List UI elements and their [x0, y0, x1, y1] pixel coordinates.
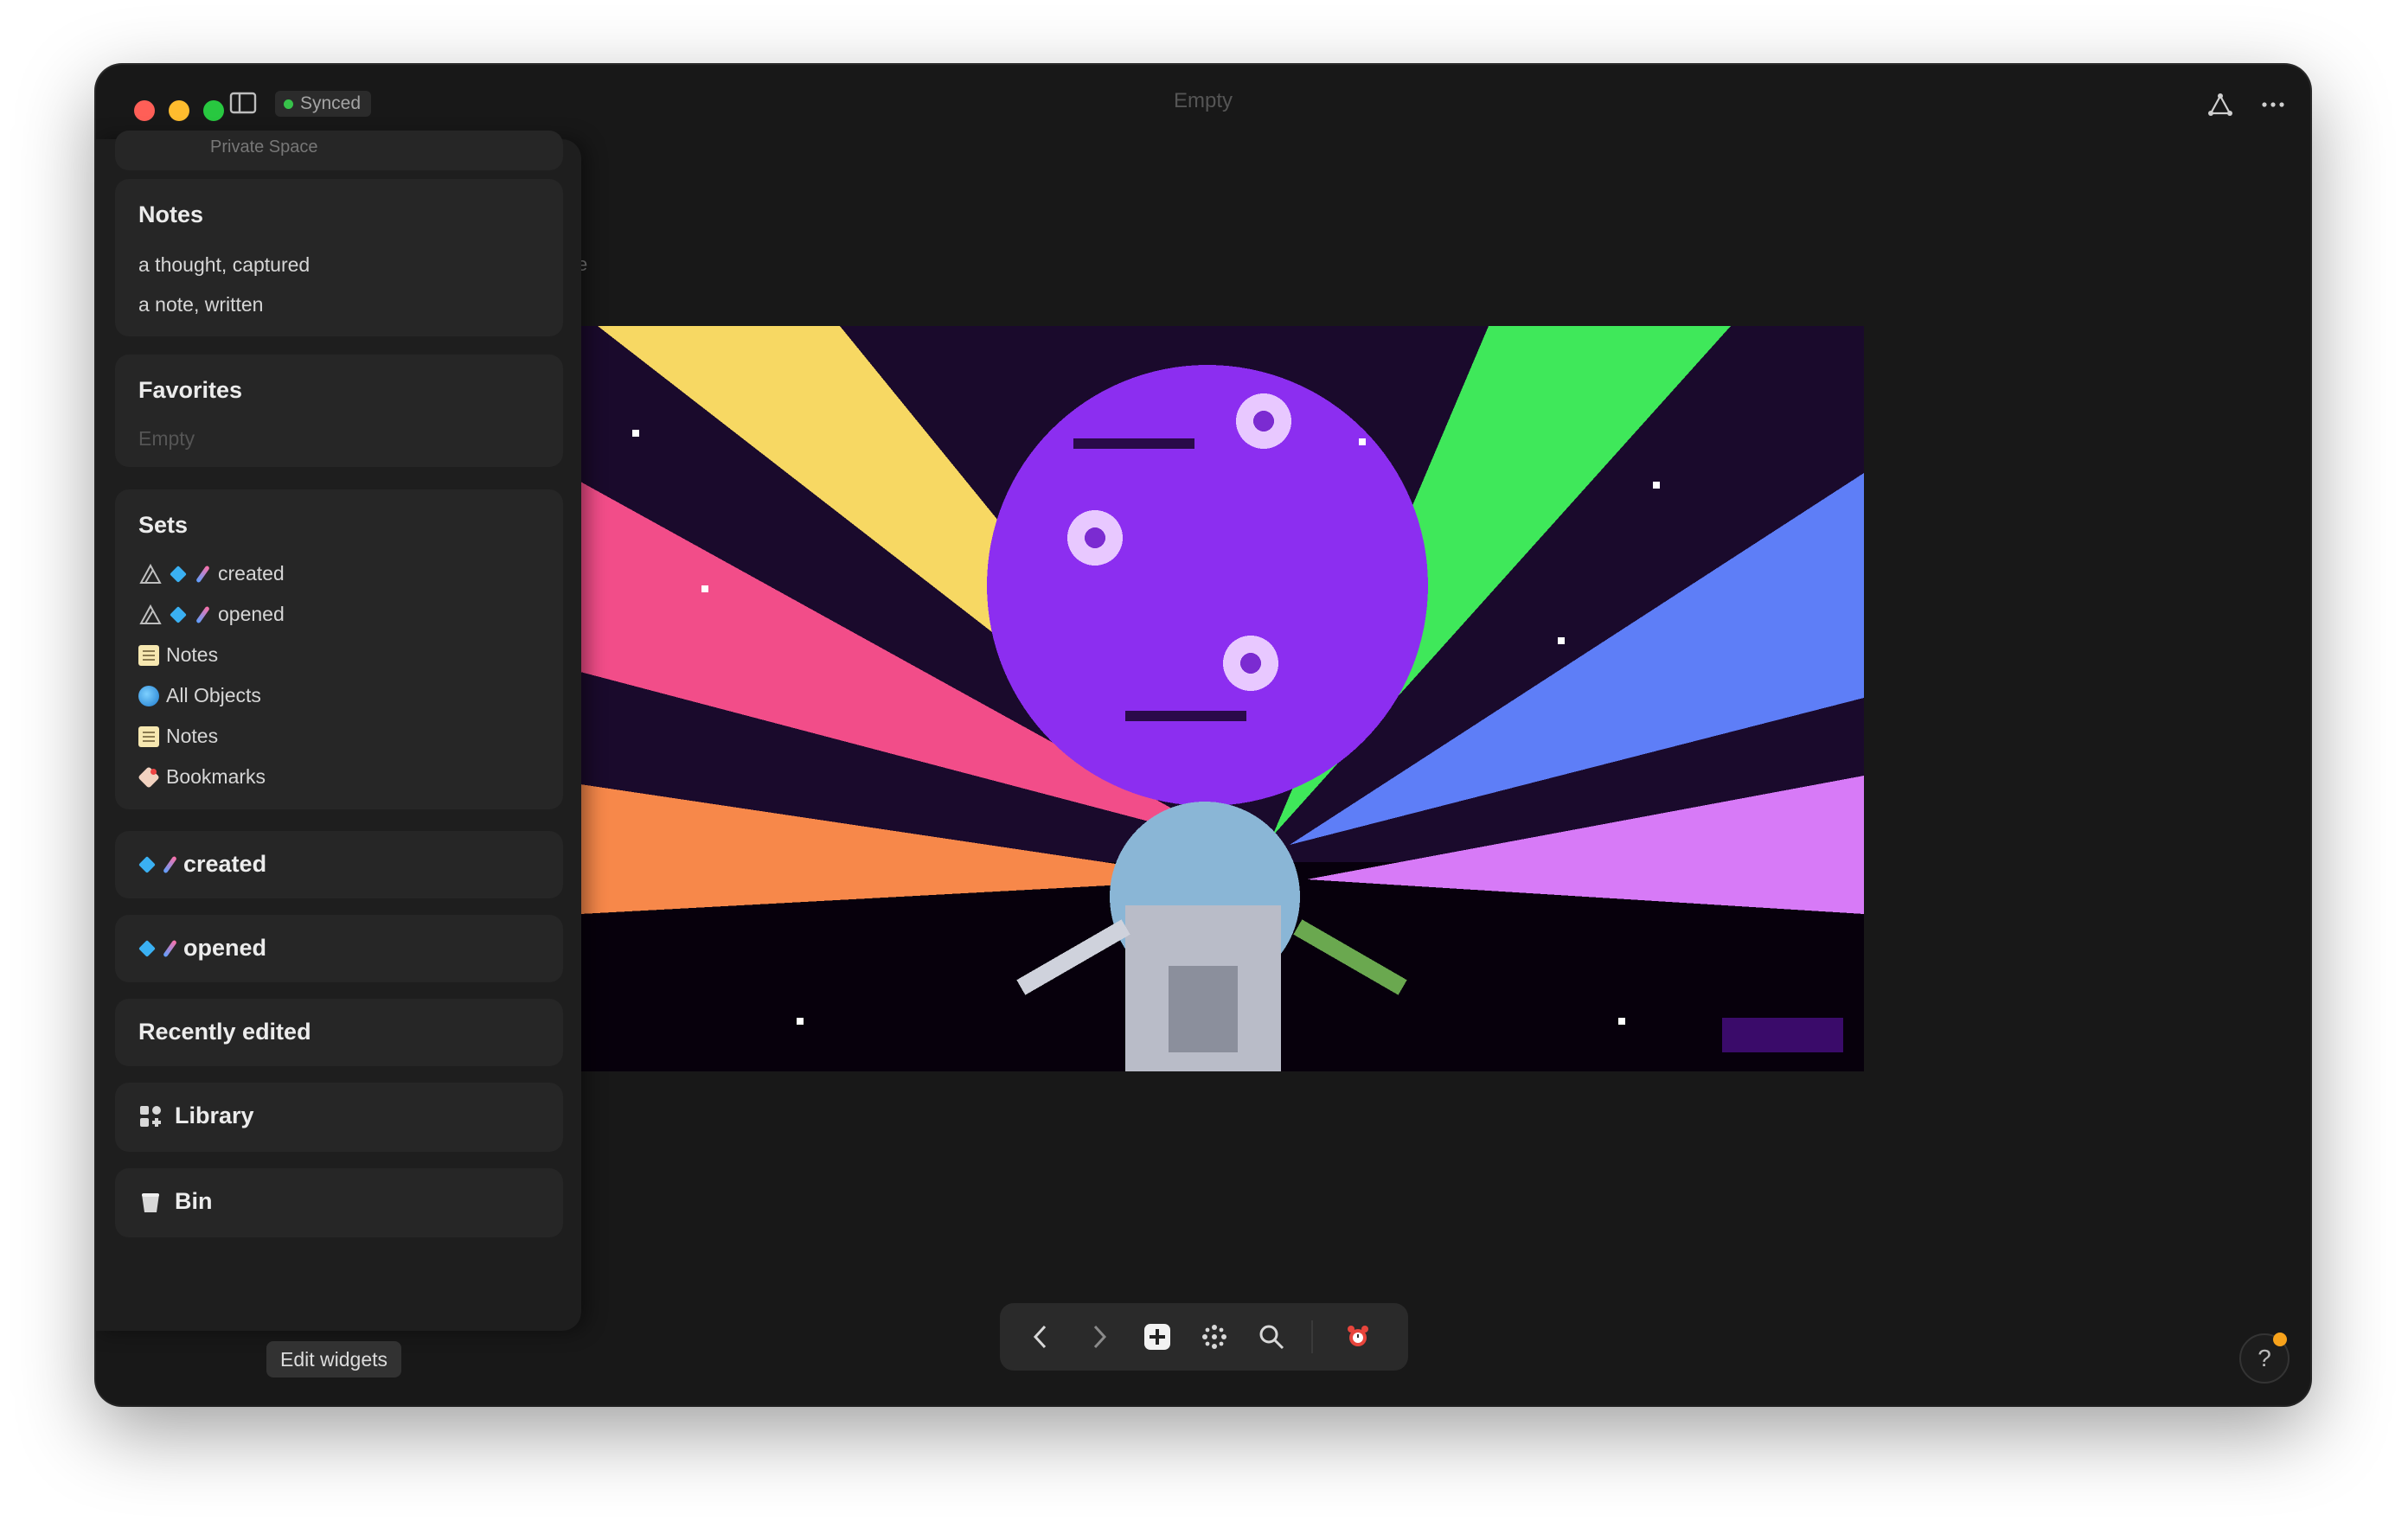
forward-icon[interactable] — [1082, 1320, 1117, 1354]
recently-edited-title: Recently edited — [138, 1019, 311, 1045]
created-widget[interactable]: created — [115, 831, 563, 898]
dna-icon — [161, 855, 178, 874]
add-icon[interactable] — [1140, 1320, 1175, 1354]
dna-icon — [161, 939, 178, 958]
set-item-label: Notes — [166, 725, 219, 747]
gem-icon — [138, 940, 156, 957]
library-icon — [140, 1105, 161, 1127]
created-widget-label: created — [183, 851, 267, 877]
set-item-label: All Objects — [166, 684, 261, 706]
space-name: Private Space — [210, 137, 318, 157]
recently-edited-widget[interactable]: Recently edited — [115, 999, 563, 1066]
notes-icon — [138, 644, 159, 666]
set-item-label: Notes — [166, 643, 219, 666]
created-widget-title: created — [138, 851, 266, 878]
graph-icon[interactable] — [2203, 87, 2238, 122]
gem-icon — [138, 856, 156, 873]
sidebar: Private Space Notes a thought, captured … — [96, 131, 581, 1377]
notes-icon — [138, 725, 159, 747]
set-item-opened[interactable]: opened — [138, 603, 285, 626]
set-item-created[interactable]: created — [138, 562, 285, 585]
document-title: Empty — [1173, 89, 1233, 112]
graph-dots-icon[interactable] — [1197, 1320, 1232, 1354]
bin-widget[interactable]: Bin — [115, 1168, 563, 1237]
more-icon[interactable] — [2256, 87, 2290, 122]
favorites-widget: Favorites Empty — [115, 355, 563, 467]
help-notification-dot — [2273, 1333, 2287, 1346]
globe-icon — [138, 685, 159, 706]
set-item-notes[interactable]: Notes — [138, 643, 218, 667]
edit-widgets-button[interactable]: Edit widgets — [266, 1341, 402, 1377]
set-item-bookmarks[interactable]: Bookmarks — [138, 765, 266, 789]
search-icon[interactable] — [1254, 1320, 1289, 1354]
bottom-navigation-bar — [1000, 1303, 1408, 1371]
sets-widget: Sets created opened Notes All Objects No… — [115, 489, 563, 809]
gem-icon — [170, 566, 187, 583]
app-window: Synced Empty e Private Space Notes a tho… — [96, 65, 2310, 1405]
library-widget-title: Library — [138, 1103, 254, 1129]
list-item[interactable]: a note, written — [138, 293, 263, 316]
list-item[interactable]: a thought, captured — [138, 253, 310, 277]
back-icon[interactable] — [1023, 1320, 1058, 1354]
sets-widget-title[interactable]: Sets — [138, 512, 188, 539]
bin-label: Bin — [175, 1188, 213, 1214]
pixel-art-image — [580, 326, 1864, 1071]
bin-widget-title: Bin — [138, 1188, 213, 1215]
tag-icon — [138, 767, 159, 788]
set-item-label: created — [218, 562, 285, 585]
set-type-icon — [139, 604, 162, 624]
set-type-icon — [139, 563, 162, 584]
set-item-label: opened — [218, 603, 285, 625]
library-label: Library — [175, 1103, 254, 1128]
bin-icon — [142, 1192, 159, 1212]
opened-widget-label: opened — [183, 935, 267, 961]
set-item-label: Bookmarks — [166, 765, 266, 788]
notes-widget-title[interactable]: Notes — [138, 201, 203, 228]
opened-widget-title: opened — [138, 935, 266, 962]
dna-icon — [194, 565, 211, 584]
set-item-all-objects[interactable]: All Objects — [138, 684, 261, 707]
set-item-notes-2[interactable]: Notes — [138, 725, 218, 748]
library-widget[interactable]: Library — [115, 1083, 563, 1152]
space-widget[interactable]: Private Space — [115, 131, 563, 170]
dna-icon — [194, 605, 211, 624]
opened-widget[interactable]: opened — [115, 915, 563, 982]
bottom-bar-divider — [1311, 1320, 1313, 1353]
favorites-widget-title[interactable]: Favorites — [138, 377, 242, 404]
favorites-empty-label: Empty — [138, 427, 195, 450]
alarm-icon[interactable] — [1341, 1320, 1375, 1354]
notes-widget: Notes a thought, captured a note, writte… — [115, 179, 563, 336]
gem-icon — [170, 606, 187, 623]
